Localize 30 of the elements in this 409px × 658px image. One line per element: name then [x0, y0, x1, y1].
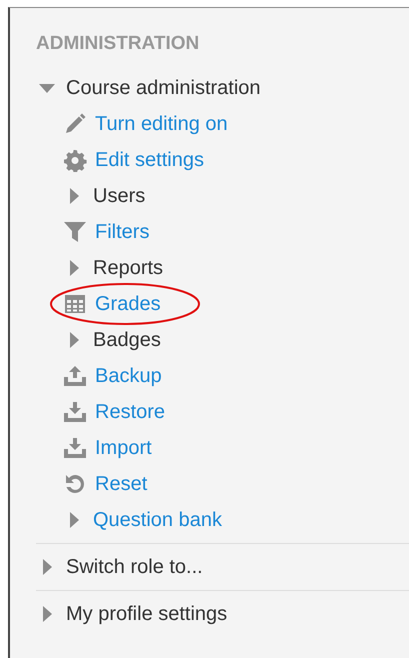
menu-link[interactable]: Import	[95, 433, 152, 463]
tree-node[interactable]: Badges	[93, 325, 161, 355]
menu-link[interactable]: Filters	[95, 217, 150, 247]
settings-icon	[63, 148, 87, 172]
tree-node[interactable]: Course administration	[66, 73, 261, 103]
menu-link[interactable]: Backup	[95, 361, 162, 391]
pencil-icon	[63, 112, 87, 136]
block-title: ADMINISTRATION	[36, 32, 200, 56]
caret-right-icon[interactable]	[42, 559, 52, 575]
tree-node[interactable]: My profile settings	[66, 599, 228, 629]
filter-icon	[63, 220, 87, 244]
download-icon	[63, 400, 87, 424]
caret-right-icon[interactable]	[70, 332, 78, 348]
caret-right-icon[interactable]	[42, 606, 52, 622]
caret-down-icon[interactable]	[39, 84, 55, 92]
caret-right-icon[interactable]	[70, 512, 78, 528]
caret-right-icon[interactable]	[70, 260, 78, 276]
menu-link[interactable]: Turn editing on	[95, 109, 228, 139]
reset-icon	[63, 472, 87, 496]
menu-link[interactable]: Reset	[95, 469, 148, 499]
menu-link[interactable]: Edit settings	[95, 145, 204, 175]
menu-link[interactable]: Question bank	[93, 505, 222, 535]
caret-right-icon[interactable]	[70, 188, 78, 204]
tree-node[interactable]: Switch role to...	[66, 552, 203, 582]
tree-node[interactable]: Users	[93, 181, 146, 211]
menu-link[interactable]: Restore	[95, 397, 166, 427]
tree-node[interactable]: Reports	[93, 253, 164, 283]
table-icon	[63, 292, 87, 316]
download-icon	[63, 436, 87, 460]
upload-icon	[63, 364, 87, 388]
